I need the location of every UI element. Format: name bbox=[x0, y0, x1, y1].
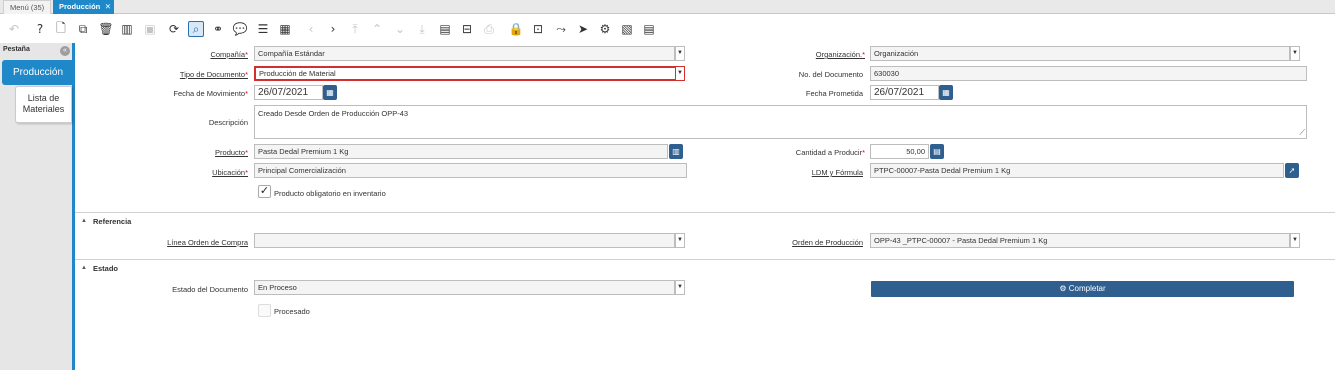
linea-field[interactable] bbox=[254, 233, 675, 248]
ldm-label: LDM y Fórmula bbox=[811, 168, 863, 177]
completar-button[interactable]: ⚙ Completar bbox=[871, 281, 1294, 297]
calendar-icon[interactable]: ▦ bbox=[323, 85, 337, 100]
calendar-icon[interactable]: ▦ bbox=[939, 85, 953, 100]
orden-field[interactable]: OPP-43 _PTPC-00007 - Pasta Dedal Premium… bbox=[870, 233, 1290, 248]
no-doc-label: No. del Documento bbox=[798, 70, 863, 79]
delete-icon[interactable]: 🗑 bbox=[98, 21, 114, 37]
help-icon[interactable]: ? bbox=[32, 21, 48, 37]
next-icon[interactable]: › bbox=[325, 21, 341, 37]
lock-icon[interactable]: 🔒 bbox=[508, 21, 524, 37]
estado-doc-field[interactable]: En Proceso bbox=[254, 280, 675, 295]
fecha-mov-label: Fecha de Movimiento* bbox=[173, 89, 248, 98]
obligatorio-checkbox[interactable]: ✓ bbox=[258, 185, 271, 198]
find-icon[interactable]: ⌕ bbox=[188, 21, 204, 37]
section-divider bbox=[75, 212, 1335, 213]
fecha-prom-label: Fecha Prometida bbox=[805, 89, 863, 98]
tipo-doc-dropdown[interactable]: ▼ bbox=[675, 66, 685, 81]
collapse-triangle-icon[interactable]: ▲ bbox=[81, 218, 87, 224]
previous-icon[interactable]: ‹ bbox=[303, 21, 319, 37]
new-record-icon[interactable]: 🗋 bbox=[53, 21, 69, 37]
panel-title: Pestaña bbox=[3, 46, 30, 53]
first-icon[interactable]: ⤒ bbox=[347, 21, 363, 37]
referencia-title[interactable]: Referencia bbox=[93, 217, 131, 226]
window-tab-bar: Menú (35) Producción ✕ bbox=[0, 0, 1335, 14]
tab-produccion[interactable]: Producción ✕ bbox=[53, 0, 114, 14]
toggle-grid-icon[interactable]: ☰ bbox=[255, 21, 271, 37]
organizacion-label: Organización.* bbox=[815, 50, 865, 59]
cantidad-label: Cantidad a Producir* bbox=[795, 148, 865, 157]
zoom-icon[interactable]: ➚ bbox=[1285, 163, 1299, 178]
ubicacion-label: Ubicación* bbox=[212, 168, 248, 177]
collapse-triangle-icon[interactable]: ▲ bbox=[81, 265, 87, 271]
up-icon[interactable]: ⌃ bbox=[369, 21, 385, 37]
product-search-icon[interactable]: ▥ bbox=[669, 144, 683, 159]
tab-menu[interactable]: Menú (35) bbox=[3, 0, 52, 14]
customize-icon[interactable]: ▧ bbox=[619, 21, 635, 37]
save-icon[interactable]: ▣ bbox=[142, 21, 158, 37]
organizacion-field[interactable]: Organización bbox=[870, 46, 1290, 61]
producto-label: Producto* bbox=[215, 148, 248, 157]
archive-icon[interactable]: ⊟ bbox=[459, 21, 475, 37]
estado-doc-dropdown[interactable]: ▼ bbox=[675, 280, 685, 295]
tab-produccion-detail[interactable]: Producción bbox=[2, 60, 72, 85]
descripcion-text: Creado Desde Orden de Producción OPP-43 bbox=[258, 109, 409, 118]
calendar-icon[interactable]: ▦ bbox=[277, 21, 293, 37]
obligatorio-label: Producto obligatorio en inventario bbox=[274, 189, 386, 198]
toolbar: ↶ ? 🗋 ⧉ 🗑 ▥ ▣ ⟳ ⌕ ⚭ 💬 ☰ ▦ ‹ › ⤒ ⌃ ⌄ ⤓ ▤ … bbox=[0, 17, 1335, 43]
producto-field[interactable]: Pasta Dedal Premium 1 Kg bbox=[254, 144, 668, 159]
tipo-doc-field[interactable]: Producción de Material bbox=[254, 66, 677, 81]
compania-field[interactable]: Compañía Estándar bbox=[254, 46, 675, 61]
estado-doc-label: Estado del Documento bbox=[172, 285, 248, 294]
organizacion-dropdown[interactable]: ▼ bbox=[1290, 46, 1300, 61]
copy-record-icon[interactable]: ⧉ bbox=[75, 21, 91, 37]
procesado-checkbox bbox=[258, 304, 271, 317]
section-divider bbox=[75, 259, 1335, 260]
estado-title[interactable]: Estado bbox=[93, 264, 118, 273]
tab-lista-materiales[interactable]: Lista de Materiales bbox=[15, 86, 72, 123]
tab-produccion-label: Producción bbox=[59, 2, 101, 11]
close-icon[interactable]: ✕ bbox=[105, 0, 111, 14]
refresh-icon[interactable]: ⟳ bbox=[166, 21, 182, 37]
calculator-icon[interactable]: ▤ bbox=[930, 144, 944, 159]
tab-panel: Pestaña « Producción Lista de Materiales bbox=[0, 43, 75, 370]
workflow-icon[interactable]: ⤳ bbox=[553, 21, 569, 37]
orden-label: Orden de Producción bbox=[792, 238, 863, 247]
ldm-field[interactable]: PTPC-00007-Pasta Dedal Premium 1 Kg bbox=[870, 163, 1284, 178]
ubicacion-field[interactable]: Principal Comercialización bbox=[254, 163, 687, 178]
compania-dropdown[interactable]: ▼ bbox=[675, 46, 685, 61]
attachment-icon[interactable]: ⚭ bbox=[210, 21, 226, 37]
no-doc-field[interactable]: 630030 bbox=[870, 66, 1307, 81]
send-icon[interactable]: ➤ bbox=[575, 21, 591, 37]
chat-icon[interactable]: 💬 bbox=[232, 21, 248, 37]
orden-dropdown[interactable]: ▼ bbox=[1290, 233, 1300, 248]
process-icon[interactable]: ⚙ bbox=[597, 21, 613, 37]
fecha-mov-field[interactable]: 26/07/2021 bbox=[254, 85, 323, 100]
compania-label: Compañía* bbox=[210, 50, 248, 59]
collapse-icon[interactable]: « bbox=[60, 46, 70, 56]
zoom-across-icon[interactable]: ⊡ bbox=[530, 21, 546, 37]
linea-dropdown[interactable]: ▼ bbox=[675, 233, 685, 248]
fecha-prom-field[interactable]: 26/07/2021 bbox=[870, 85, 939, 100]
down-icon[interactable]: ⌄ bbox=[392, 21, 408, 37]
procesado-label: Procesado bbox=[274, 307, 310, 316]
resize-handle-icon[interactable]: ⟋ bbox=[1299, 128, 1305, 138]
descripcion-label: Descripción bbox=[208, 118, 248, 127]
print-icon[interactable]: ⎙ bbox=[481, 21, 497, 37]
last-icon[interactable]: ⤓ bbox=[414, 21, 430, 37]
undo-icon[interactable]: ↶ bbox=[6, 21, 22, 37]
linea-label: Línea Orden de Compra bbox=[167, 238, 248, 247]
gear-icon: ⚙ bbox=[1059, 284, 1067, 293]
descripcion-field[interactable]: Creado Desde Orden de Producción OPP-43 … bbox=[254, 105, 1307, 139]
tipo-doc-label: Tipo de Documento* bbox=[179, 70, 248, 79]
cantidad-field[interactable]: 50,00 bbox=[870, 144, 929, 159]
product-info-icon[interactable]: ▤ bbox=[641, 21, 657, 37]
report-icon[interactable]: ▤ bbox=[437, 21, 453, 37]
completar-label: Completar bbox=[1068, 284, 1106, 293]
delete-selection-icon[interactable]: ▥ bbox=[119, 21, 135, 37]
